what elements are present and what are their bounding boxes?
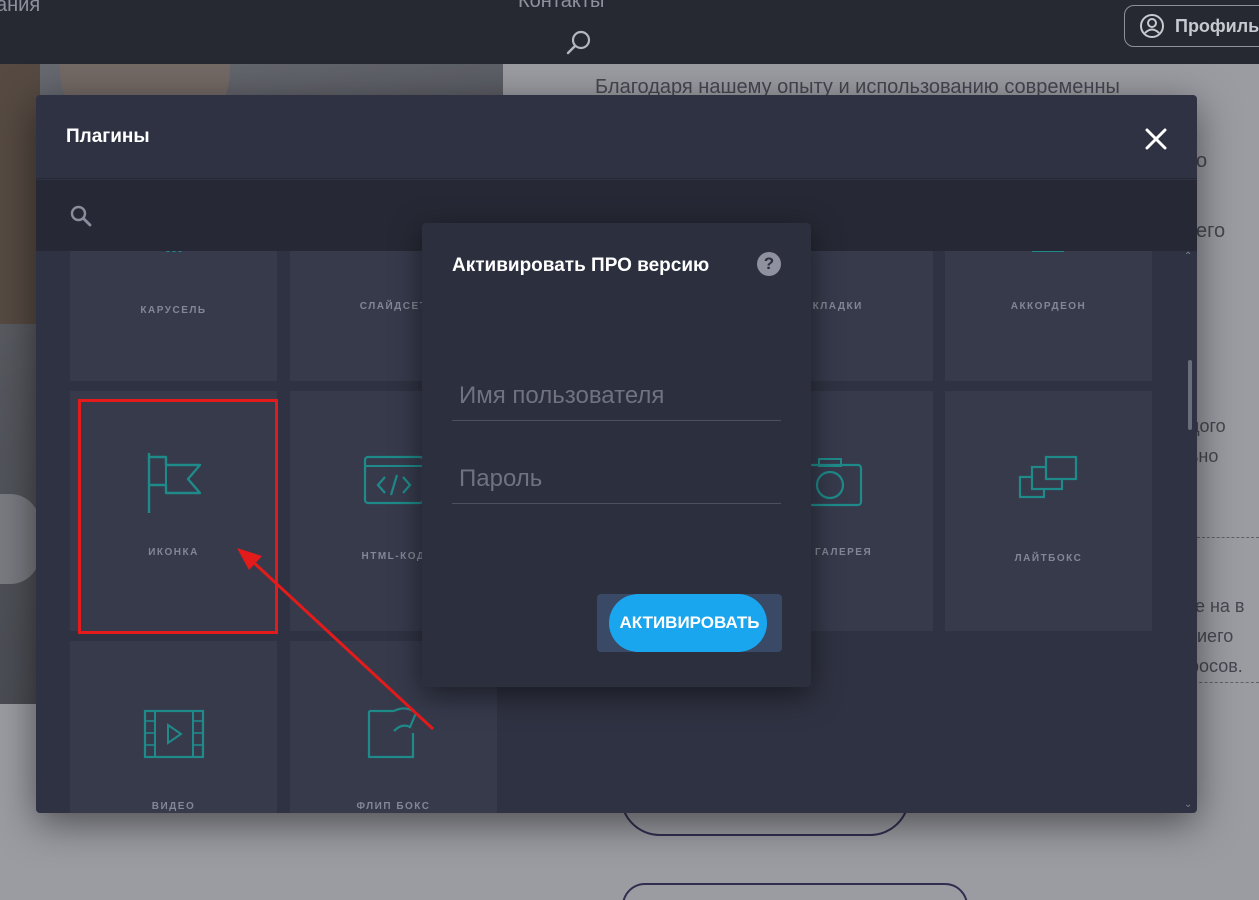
highlight-box: [78, 399, 278, 634]
flip-box-icon: [367, 707, 417, 759]
carousel-icon: [165, 251, 182, 253]
search-icon[interactable]: [564, 28, 594, 58]
plugin-tile-label: ВИДЕО: [151, 801, 196, 812]
modal-title: Плагины: [66, 126, 150, 147]
scroll-up-arrow[interactable]: ⌃: [1184, 251, 1192, 262]
user-icon: [1140, 14, 1164, 38]
pro-activation-dialog: Активировать ПРО версию ? АКТИВИРОВАТЬ: [422, 223, 811, 687]
plugin-tile-label: КАРУСЕЛЬ: [140, 305, 207, 316]
plugin-tile-carousel[interactable]: КАРУСЕЛЬ: [70, 251, 277, 381]
profile-button[interactable]: Профиль: [1124, 5, 1259, 47]
profile-label: Профиль: [1175, 15, 1259, 36]
activate-button-label: АКТИВИРОВАТЬ: [619, 613, 760, 632]
slideshow-icon: [364, 251, 424, 253]
plugin-tile-lightbox[interactable]: ЛАЙТБОКС: [945, 391, 1152, 631]
plugin-tile-accordion[interactable]: АККОРДЕОН: [945, 251, 1152, 381]
scroll-down-arrow[interactable]: ⌄: [1184, 799, 1192, 810]
plugin-tile-label: ФЛИП БОКС: [356, 801, 431, 812]
plugin-tile-video[interactable]: ВИДЕО: [70, 641, 277, 813]
search-icon: [70, 205, 92, 227]
scrollbar-thumb[interactable]: [1188, 360, 1192, 430]
modal-header: Плагины: [36, 95, 1197, 179]
nav-link-partial[interactable]: ания: [0, 0, 40, 17]
close-icon[interactable]: [1142, 125, 1170, 153]
password-field[interactable]: [452, 454, 781, 504]
video-icon: [143, 709, 204, 759]
html-code-icon: [363, 455, 424, 505]
plugin-tile-label: АККОРДЕОН: [1010, 301, 1087, 312]
username-field[interactable]: [452, 371, 781, 421]
dialog-title: Активировать ПРО версию: [452, 255, 710, 276]
nav-link-contacts[interactable]: Контакты: [518, 0, 604, 13]
site-header: ания Контакты Профиль: [0, 0, 1259, 64]
activate-button[interactable]: АКТИВИРОВАТЬ: [597, 594, 782, 652]
help-icon[interactable]: ?: [757, 252, 781, 276]
accordion-icon: [1031, 251, 1064, 252]
plugin-tile-label: ЛАЙТБОКС: [1014, 553, 1083, 564]
lightbox-icon: [1018, 455, 1077, 499]
